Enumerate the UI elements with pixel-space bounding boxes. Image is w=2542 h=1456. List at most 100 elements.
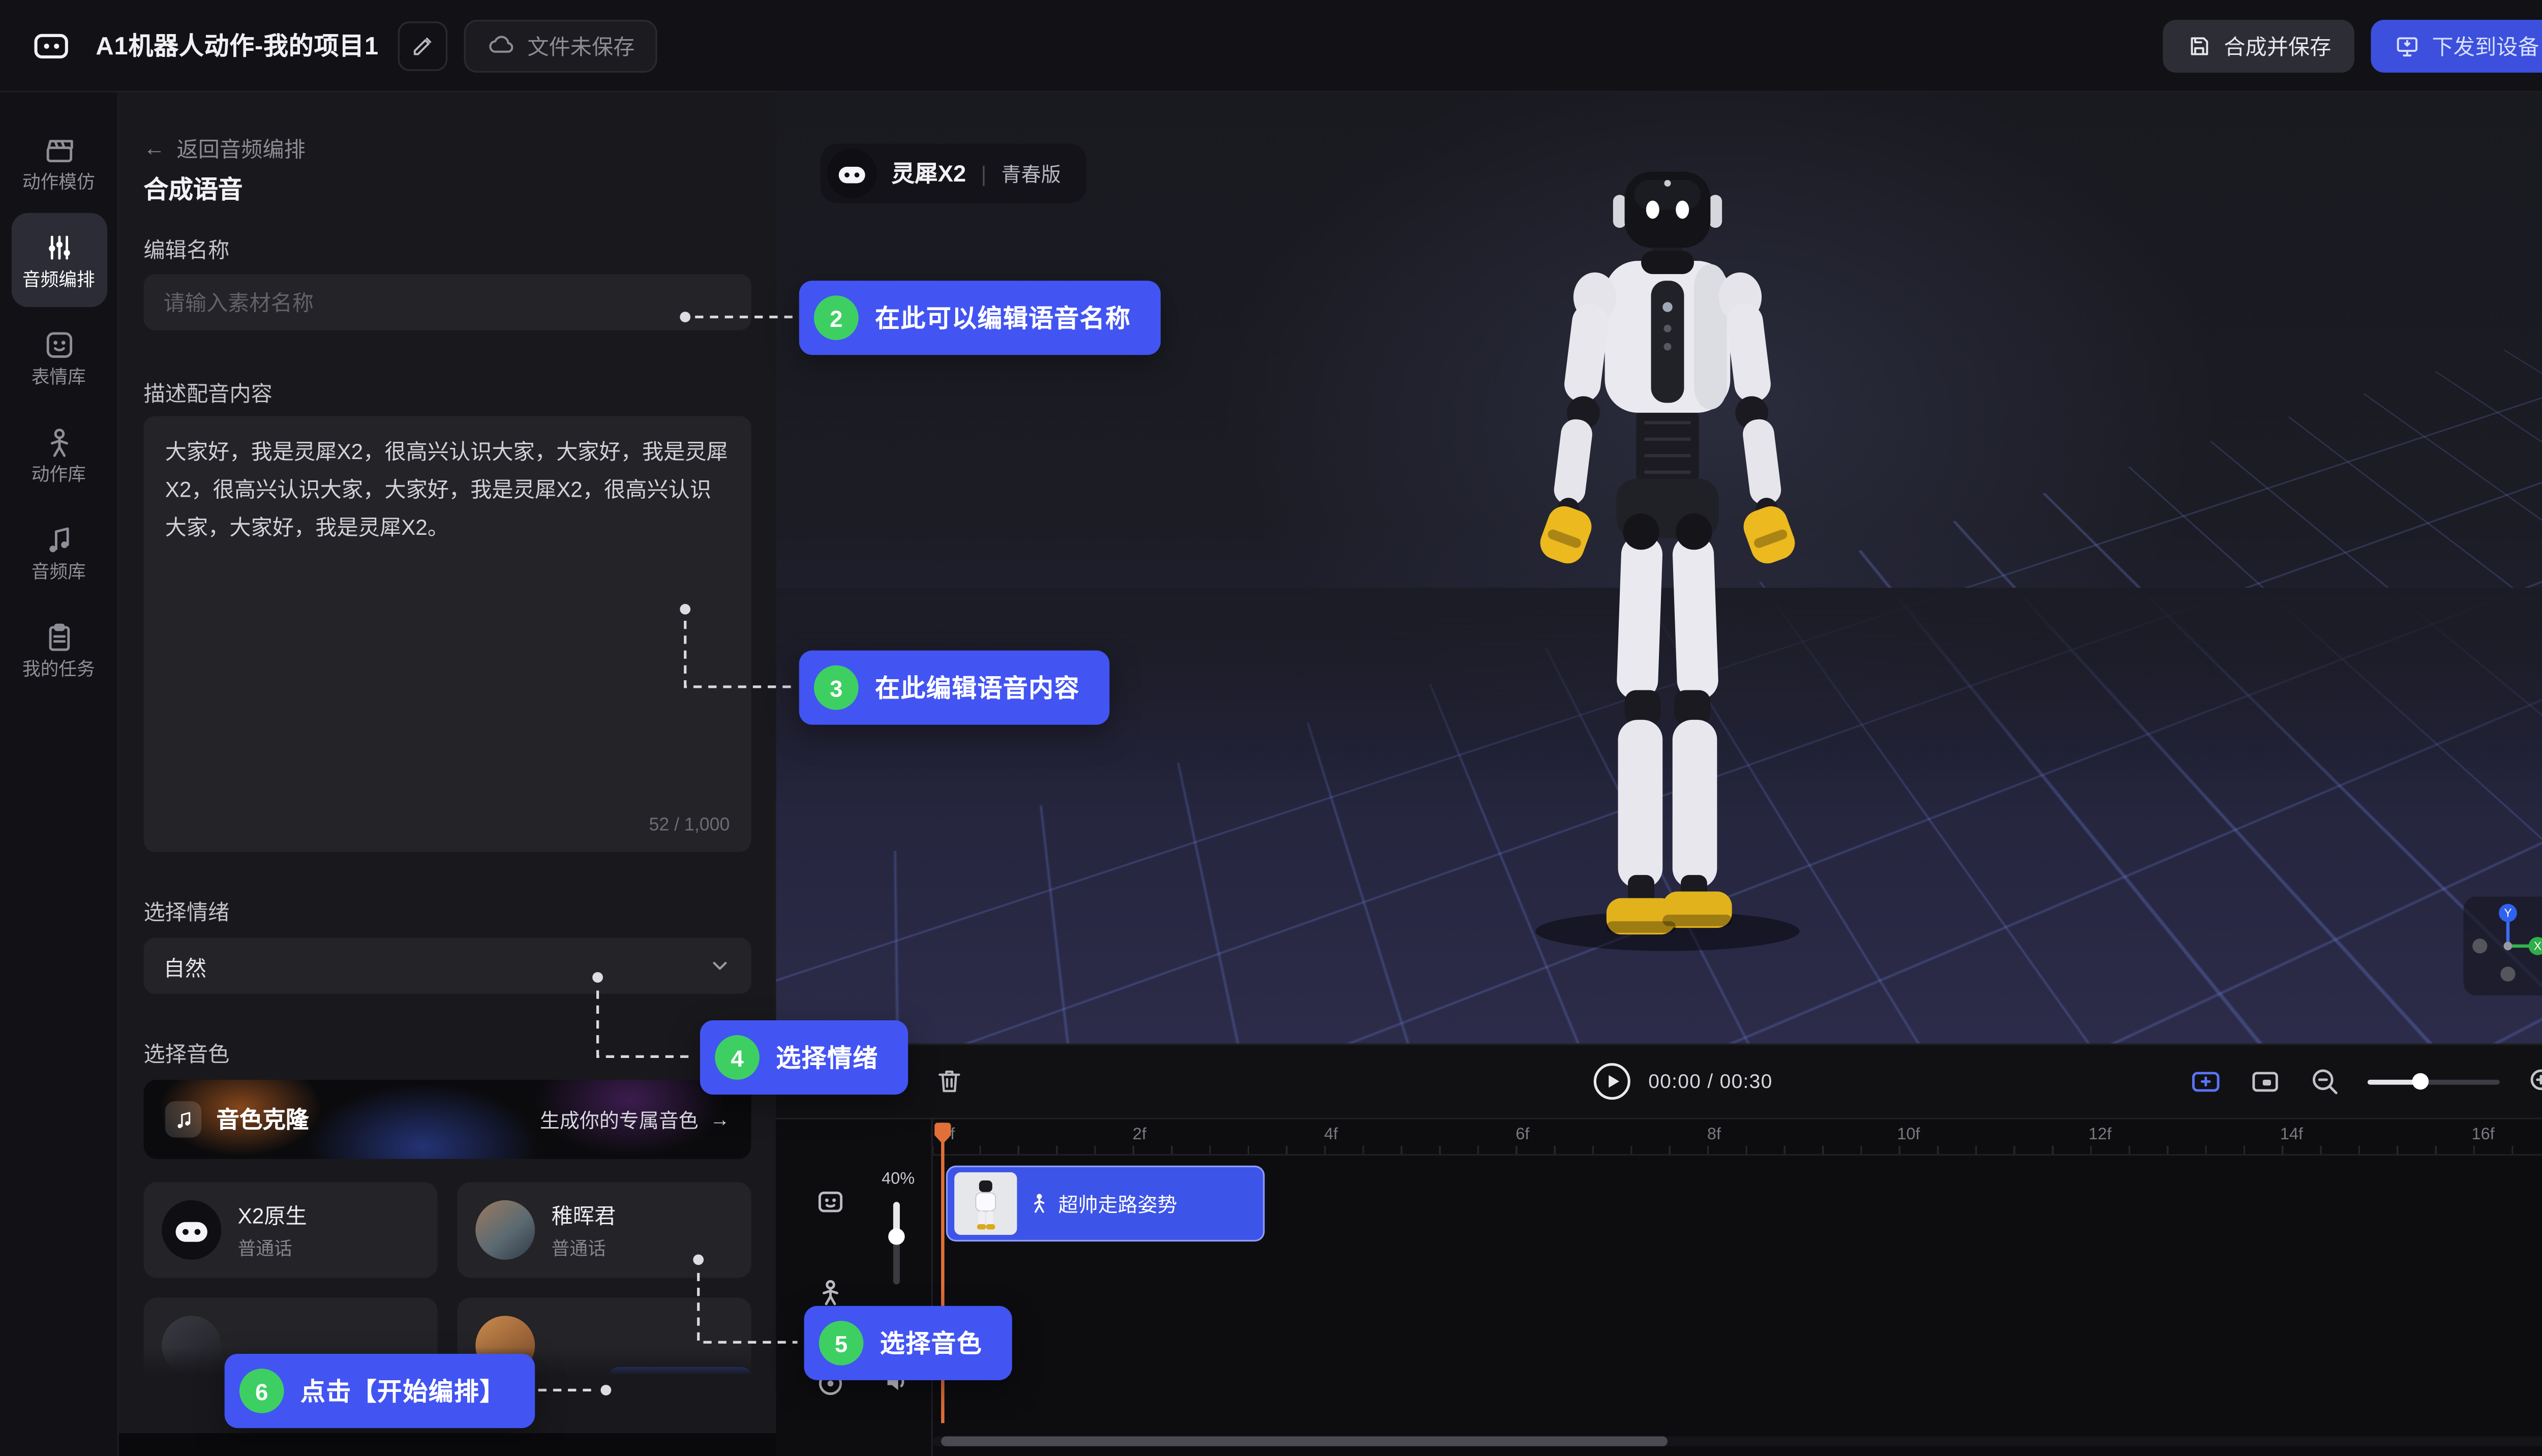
walking-person-icon [1028, 1192, 1050, 1215]
voice-lang: 普通话 [238, 1235, 307, 1261]
char-counter: 52 / 1,000 [649, 815, 730, 835]
rename-button[interactable] [399, 21, 448, 70]
model-name: 灵犀X2 [892, 157, 966, 190]
zoom-in-icon[interactable] [2526, 1065, 2542, 1098]
animation-clip[interactable]: 超帅走路姿势 [946, 1166, 1265, 1241]
save-status-text: 文件未保存 [527, 29, 634, 61]
track-volume-value: 40% [879, 1170, 918, 1189]
synthesize-save-label: 合成并保存 [2224, 29, 2331, 61]
sidebar-item-action-library[interactable]: 动作库 [11, 408, 106, 502]
chevron-down-icon [708, 954, 731, 977]
timeline-tracks: 40% 0f 2f 4f 6f 8f 10f 12f 14f 16f [776, 1119, 2542, 1456]
step-text: 点击【开始编排】 [300, 1374, 505, 1408]
fit-view-icon[interactable] [2249, 1065, 2282, 1098]
delete-clip-button[interactable] [934, 1067, 964, 1096]
ruler-tick-label: 4f [1324, 1126, 1338, 1144]
sidebar-item-expression-library[interactable]: 表情库 [11, 311, 106, 405]
sidebar-label: 音频编排 [22, 271, 95, 290]
slider-knob[interactable] [2412, 1073, 2429, 1089]
cloud-icon [488, 32, 516, 59]
sidebar-label: 表情库 [32, 369, 86, 387]
audio-arrange-icon [42, 230, 75, 263]
project-title: A1机器人动作-我的项目1 [96, 28, 379, 63]
step-text: 在此可以编辑语音名称 [875, 300, 1131, 335]
back-arrow-icon: ← [144, 135, 165, 160]
clone-subtitle-row: 生成你的专属音色 → [540, 1105, 730, 1133]
back-label: 返回音频编排 [176, 132, 305, 164]
step-number: 2 [814, 295, 859, 340]
synthesize-save-button[interactable]: 合成并保存 [2163, 19, 2354, 72]
ruler-tick-label: 12f [2089, 1126, 2111, 1144]
voice-label: 选择音色 [144, 1037, 230, 1068]
person-avatar [475, 1200, 535, 1260]
person-icon [42, 425, 75, 458]
x-axis-label: X [2534, 939, 2541, 953]
sidebar-item-audio-arrange[interactable]: 音频编排 [11, 213, 106, 307]
voice-card-x2[interactable]: X2原生 普通话 [144, 1182, 438, 1278]
step-number: 3 [814, 665, 859, 710]
sidebar-label: 音频库 [32, 564, 86, 582]
left-nav: 动作模仿 音频编排 表情库 动作库 音频库 [0, 93, 119, 1456]
back-to-audio-arrange[interactable]: ← 返回音频编排 [144, 132, 306, 164]
app-logo-icon [29, 24, 72, 67]
clone-subtitle: 生成你的专属音色 [540, 1105, 699, 1133]
badge-divider: | [981, 161, 986, 186]
model-badge[interactable]: 灵犀X2 | 青春版 [821, 144, 1085, 203]
voice-card-zhihuijun[interactable]: 稚晖君 普通话 [458, 1182, 751, 1278]
topbar: A1机器人动作-我的项目1 文件未保存 合成并保存 下发到设备 [0, 0, 2542, 93]
ruler-tick-label: 2f [1133, 1126, 1146, 1144]
tutorial-step-3: 3 在此编辑语音内容 [799, 651, 1110, 725]
voice-name: 稚晖君 [552, 1199, 616, 1230]
add-track-icon[interactable] [2189, 1065, 2222, 1098]
model-avatar [827, 148, 876, 198]
tutorial-step-6: 6 点击【开始编排】 [225, 1354, 535, 1428]
ruler-tick-label: 6f [1516, 1126, 1529, 1144]
robot-model [1453, 165, 1882, 958]
viewport-3d[interactable]: 灵犀X2 | 青春版 Y X [776, 93, 2542, 1044]
sidebar-item-my-tasks[interactable]: 我的任务 [11, 602, 106, 696]
edit-pencil-icon [410, 32, 437, 58]
arrow-right-icon: → [710, 1108, 730, 1131]
volume-knob[interactable] [888, 1228, 904, 1245]
sidebar-item-audio-library[interactable]: 音频库 [11, 505, 106, 599]
ruler-tick-label: 14f [2280, 1126, 2303, 1144]
panel-title: 合成语音 [144, 172, 243, 206]
deploy-to-device-button[interactable]: 下发到设备 [2371, 19, 2542, 72]
expression-track-icon[interactable] [815, 1187, 845, 1217]
playback-time: 00:00 / 00:30 [1648, 1070, 1772, 1093]
sidebar-label: 动作模仿 [22, 174, 95, 193]
step-number: 4 [715, 1035, 760, 1080]
step-number: 5 [819, 1321, 864, 1366]
step-text: 在此编辑语音内容 [875, 670, 1080, 705]
clipboard-icon [42, 620, 75, 653]
action-track-icon[interactable] [815, 1278, 845, 1308]
play-button[interactable] [1592, 1061, 1632, 1101]
clip-thumbnail [954, 1172, 1017, 1235]
ruler-tick-label: 8f [1707, 1126, 1721, 1144]
smiley-icon [42, 328, 75, 361]
voice-name: X2原生 [238, 1199, 307, 1230]
step-text: 选择情绪 [776, 1040, 878, 1075]
timeline-ruler[interactable]: 0f 2f 4f 6f 8f 10f 12f 14f 16f [933, 1119, 2542, 1156]
save-status-chip: 文件未保存 [465, 19, 658, 72]
timeline-scrollbar [933, 1436, 2542, 1446]
clapperboard-icon [42, 133, 75, 166]
clip-name: 超帅走路姿势 [1058, 1190, 1177, 1218]
emotion-select[interactable]: 自然 [144, 938, 751, 994]
voice-content-box: 大家好，我是灵犀X2，很高兴认识大家，大家好，我是灵犀X2，很高兴认识大家，大家… [144, 416, 751, 852]
step-text: 选择音色 [880, 1326, 982, 1360]
axis-gizmo[interactable]: Y X [2463, 896, 2542, 995]
content-label: 描述配音内容 [144, 376, 273, 408]
zoom-out-icon[interactable] [2308, 1065, 2341, 1098]
voice-clone-banner[interactable]: 音色克隆 生成你的专属音色 → [144, 1080, 751, 1159]
emotion-value: 自然 [164, 950, 206, 982]
music-note-icon [42, 523, 75, 556]
track-volume-slider[interactable] [893, 1202, 900, 1284]
sidebar-item-motion-imitate[interactable]: 动作模仿 [11, 115, 106, 209]
ruler-tick-label: 16f [2472, 1126, 2495, 1144]
material-name-input[interactable] [144, 274, 751, 330]
voice-content-textarea[interactable]: 大家好，我是灵犀X2，很高兴认识大家，大家好，我是灵犀X2，很高兴认识大家，大家… [144, 416, 751, 852]
tutorial-step-2: 2 在此可以编辑语音名称 [799, 281, 1161, 355]
scrollbar-thumb[interactable] [941, 1436, 1668, 1446]
timeline-zoom-slider[interactable] [2368, 1079, 2500, 1084]
